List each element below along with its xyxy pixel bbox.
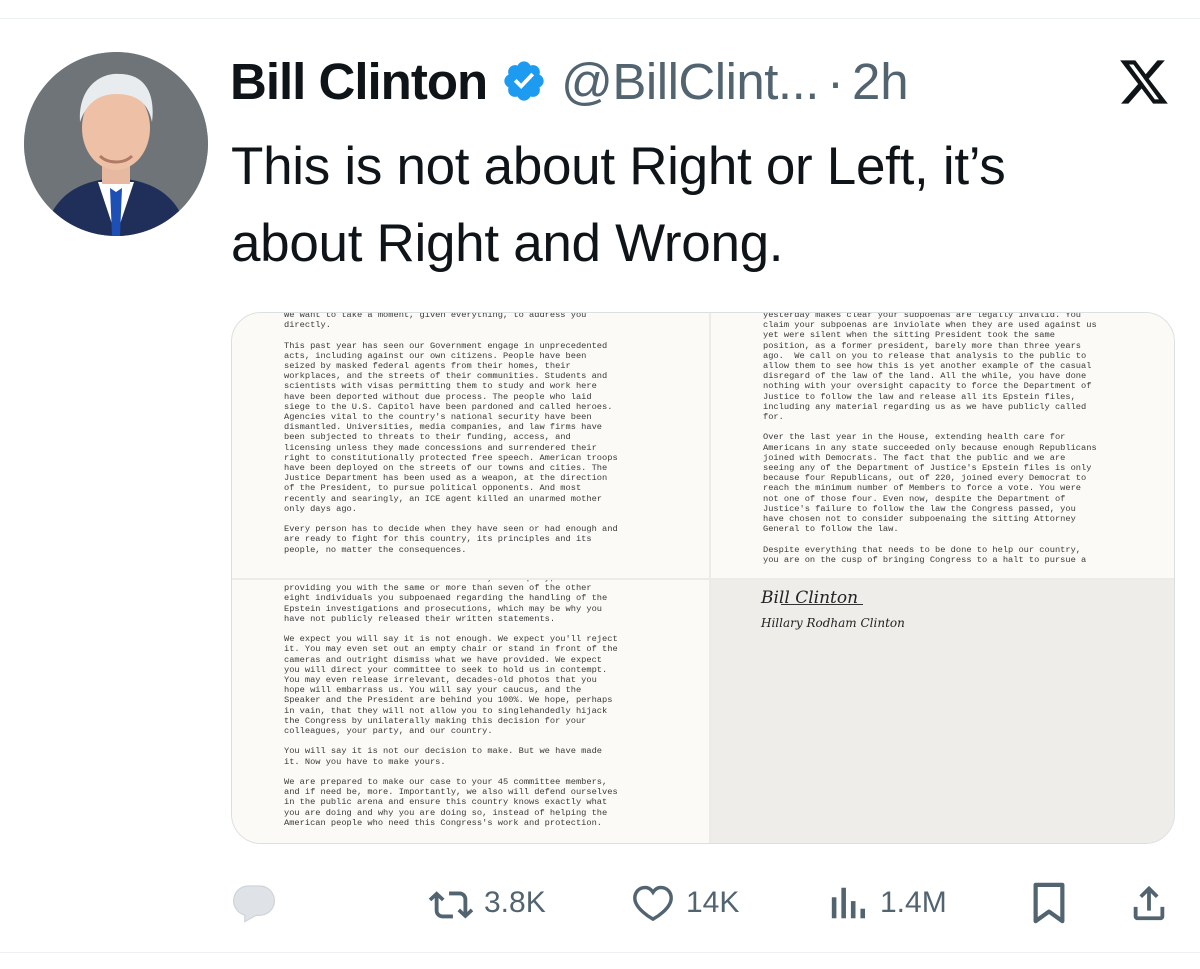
bookmark-icon [1030, 882, 1068, 924]
tweet-header: Bill Clinton @BillClint... · 2h [230, 50, 909, 112]
verified-badge-icon [501, 58, 547, 104]
avatar[interactable] [24, 52, 208, 236]
timestamp[interactable]: 2h [852, 52, 909, 111]
top-divider [0, 0, 1200, 19]
share-button[interactable] [1128, 868, 1170, 938]
bookmark-button[interactable] [1030, 868, 1068, 938]
action-bar: 3.8K 14K 1.4M [0, 868, 1200, 938]
signature-bill: Bill Clinton [761, 588, 859, 608]
like-count: 14K [686, 886, 740, 919]
share-icon [1128, 882, 1170, 924]
signature-underline [781, 604, 863, 605]
views-button[interactable]: 1.4M [828, 868, 947, 938]
letter-page-2[interactable]: yesterday makes clear your subpoenas are… [711, 313, 1174, 578]
letter-page-1-text: We want to take a moment, given everythi… [284, 313, 618, 555]
letter-page-4[interactable]: Bill Clinton Hillary Rodham Clinton [711, 580, 1174, 843]
retweet-icon [428, 883, 474, 923]
retweet-count: 3.8K [484, 886, 546, 919]
heart-icon [630, 883, 676, 923]
reply-button[interactable] [230, 868, 288, 938]
retweet-button[interactable]: 3.8K [428, 868, 546, 938]
letter-page-1[interactable]: We want to take a moment, given everythi… [232, 313, 709, 578]
x-logo-icon[interactable] [1118, 58, 1170, 106]
author-name[interactable]: Bill Clinton [230, 52, 488, 111]
letter-page-3-text: You have asked what we know. To answer y… [284, 580, 618, 828]
separator-dot: · [826, 52, 844, 110]
media-divider-horizontal [232, 578, 1174, 580]
reply-icon [230, 883, 278, 923]
signature-hillary: Hillary Rodham Clinton [761, 616, 905, 630]
tweet-media[interactable]: We want to take a moment, given everythi… [231, 312, 1175, 844]
bottom-divider [0, 952, 1200, 953]
views-icon [828, 883, 870, 923]
like-button[interactable]: 14K [630, 868, 739, 938]
author-handle[interactable]: @BillClint... [561, 52, 819, 111]
tweet-text: This is not about Right or Left, it’s ab… [231, 137, 1006, 273]
letter-page-3[interactable]: You have asked what we know. To answer y… [232, 580, 709, 843]
letter-page-2-text: yesterday makes clear your subpoenas are… [763, 313, 1097, 565]
view-count: 1.4M [880, 886, 947, 919]
